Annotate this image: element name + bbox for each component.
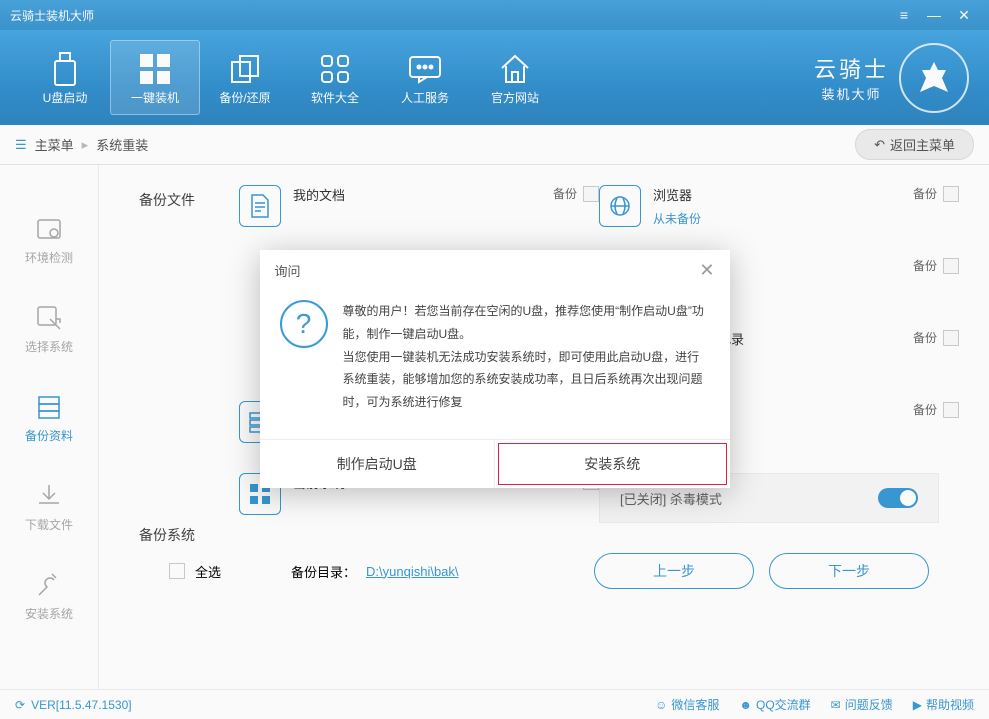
dialog-title: 询问 — [275, 261, 301, 280]
modal-overlay: 询问 ✕ ? 尊敬的用户！若您当前存在空闲的U盘，推荐您使用“制作启动U盘”功能… — [0, 0, 989, 719]
confirm-dialog: 询问 ✕ ? 尊敬的用户！若您当前存在空闲的U盘，推荐您使用“制作启动U盘”功能… — [260, 250, 730, 488]
question-icon: ? — [280, 300, 328, 348]
dialog-close-icon[interactable]: ✕ — [699, 260, 714, 281]
dialog-message: 尊敬的用户！若您当前存在空闲的U盘，推荐您使用“制作启动U盘”功能，制作一键启动… — [343, 300, 710, 414]
make-usb-button[interactable]: 制作启动U盘 — [260, 440, 496, 488]
install-system-button[interactable]: 安装系统 — [495, 440, 730, 488]
